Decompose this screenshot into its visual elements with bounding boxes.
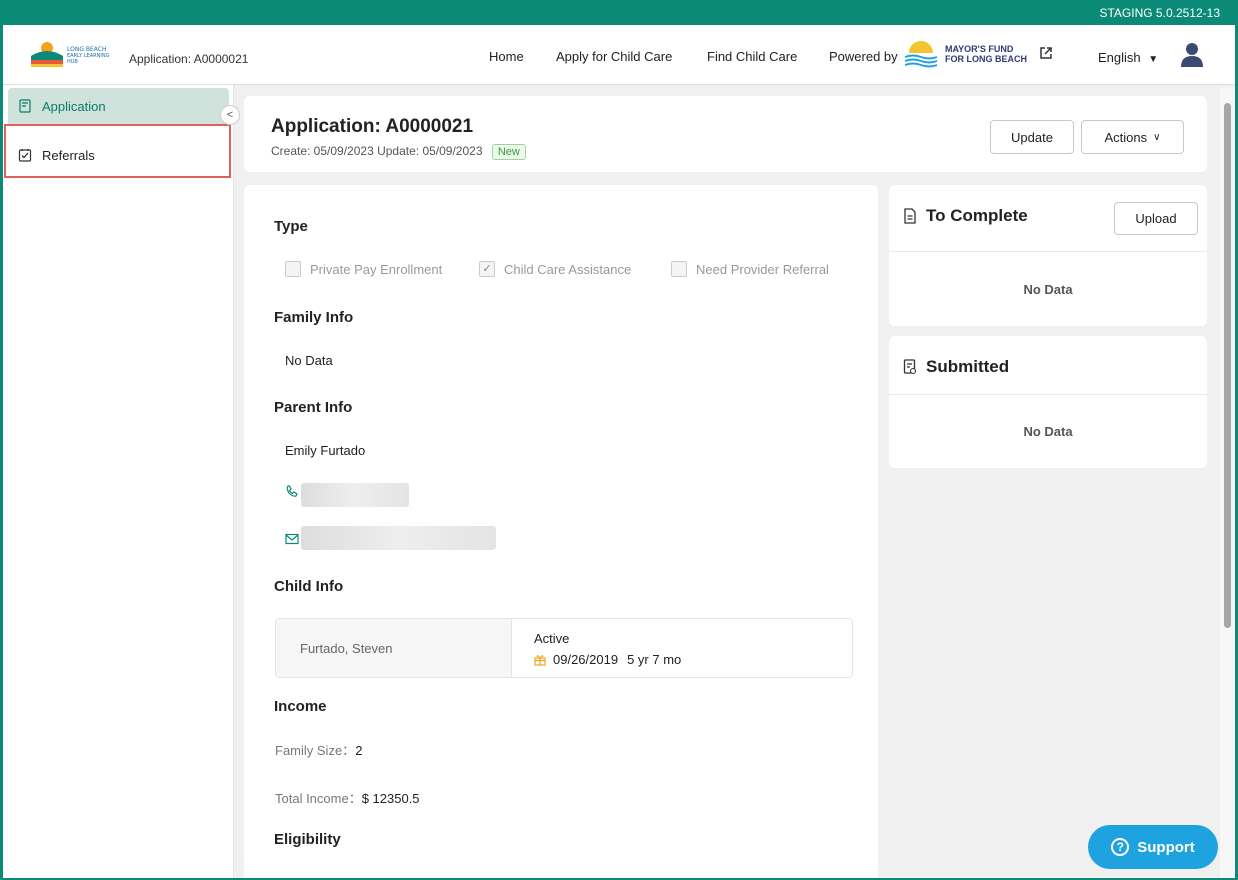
checkbox-box [285,261,301,277]
family-info-value: No Data [285,353,333,368]
mayors-fund-text[interactable]: MAYOR'S FUND FOR LONG BEACH [945,44,1027,64]
family-size-row: Family Size：2 [275,743,363,758]
nav-home-link[interactable]: Home [489,49,524,64]
submitted-empty: No Data [1023,424,1073,439]
mail-icon [285,533,299,545]
child-name-cell: Furtado, Steven [276,619,512,677]
scrollbar-thumb[interactable] [1224,103,1231,628]
redacted-phone [301,483,409,507]
family-info-heading: Family Info [274,309,354,326]
checkbox-box [671,261,687,277]
svg-text:HUB: HUB [67,59,78,65]
caret-down-icon: ▼ [1148,54,1159,65]
gift-icon [534,654,546,666]
chevron-down-icon: ∨ [1153,131,1161,143]
parent-info-heading: Parent Info [274,399,353,416]
child-status: Active [534,631,570,646]
status-badge: New [491,144,526,160]
submitted-title: Submitted [903,357,1009,377]
submitted-card: Submitted No Data [889,336,1207,468]
sidebar-item-label: Application [42,98,106,114]
mayors-fund-logo[interactable] [903,39,939,69]
redacted-email [301,526,496,550]
page-title: Application: A0000021 [271,116,474,137]
upload-button[interactable]: Upload [1114,202,1198,235]
support-button[interactable]: ? Support [1088,825,1218,869]
app-window: STAGING 5.0.2512-13 LONG BEACH EARLY LEA… [3,3,1235,878]
card-divider [889,394,1207,395]
chevron-left-icon: < [226,109,234,121]
application-dates: Create: 05/09/2023 Update: 05/09/2023 Ne… [271,144,526,160]
to-complete-empty: No Data [1023,282,1073,297]
child-name: Furtado, Steven [300,641,393,656]
parent-name: Emily Furtado [285,443,366,458]
external-link-icon[interactable] [1039,46,1053,60]
user-avatar-icon[interactable] [1178,40,1206,68]
income-heading: Income [274,698,327,715]
sidebar: Application Referrals < [3,85,240,878]
child-info-heading: Child Info [274,578,344,595]
document-icon [904,208,916,224]
referrals-highlight-box [4,124,231,178]
nav-find-link[interactable]: Find Child Care [707,49,797,64]
staging-banner: STAGING 5.0.2512-13 [3,3,1235,25]
submitted-document-icon [903,359,917,375]
phone-icon [286,485,298,497]
nav-apply-link[interactable]: Apply for Child Care [556,49,672,64]
powered-by-label: Powered by [829,49,898,64]
svg-text:LONG BEACH: LONG BEACH [67,46,107,53]
application-header-card: Application: A0000021 Create: 05/09/2023… [244,96,1207,172]
language-select[interactable]: English ▼ [1098,50,1158,65]
child-care-assistance-checkbox: ✓ Child Care Assistance [479,261,631,277]
to-complete-title: To Complete [903,206,1028,226]
header-application-id: Application: A0000021 [129,52,249,66]
sidebar-item-application[interactable]: Application [8,88,229,124]
total-income-row: Total Income：$ 12350.5 [275,791,420,806]
update-button[interactable]: Update [990,120,1074,154]
top-navigation: LONG BEACH EARLY LEARNING HUB Applicatio… [3,25,1235,85]
checkmark-icon: ✓ [479,261,495,277]
eligibility-heading: Eligibility [274,831,341,848]
child-record[interactable]: Furtado, Steven Active 09/26/2019 5 yr 7… [275,618,853,678]
collapse-sidebar-button[interactable]: < [220,105,240,125]
provider-referral-checkbox: Need Provider Referral [671,261,829,277]
long-beach-logo[interactable]: LONG BEACH EARLY LEARNING HUB [29,40,119,70]
type-heading: Type [274,218,308,235]
actions-dropdown-button[interactable]: Actions ∨ [1081,120,1184,154]
to-complete-card: To Complete Upload No Data [889,185,1207,326]
application-icon [19,99,31,113]
question-icon: ? [1111,838,1130,856]
card-divider [889,251,1207,252]
private-pay-checkbox: Private Pay Enrollment [285,261,442,277]
child-birth-info: 09/26/2019 5 yr 7 mo [534,652,681,667]
